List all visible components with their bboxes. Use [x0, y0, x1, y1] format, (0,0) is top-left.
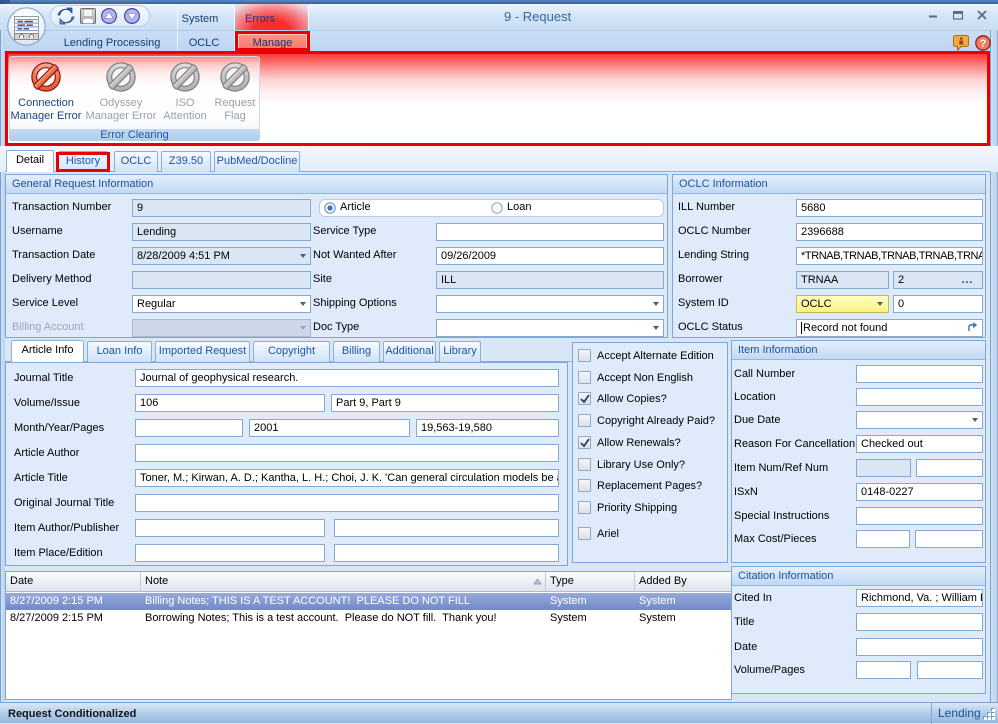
svg-text:?: ?	[980, 38, 987, 50]
